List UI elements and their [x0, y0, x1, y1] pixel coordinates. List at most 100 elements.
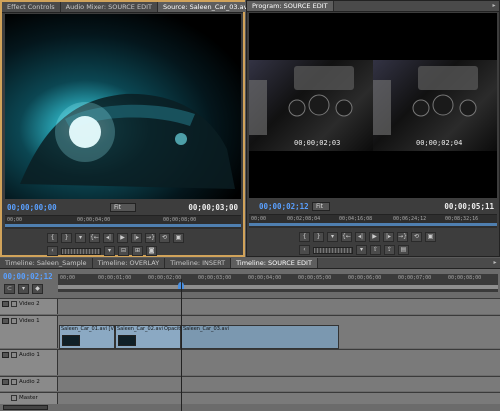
clip-saleen-car-01[interactable]: Saleen_Car_01.avi [V] [59, 325, 116, 349]
program-tabbar: Program: SOURCE EDIT ▸ [247, 1, 499, 12]
safe-margins-icon[interactable]: ▣ [173, 233, 184, 243]
marker-icon[interactable]: ▾ [327, 232, 338, 242]
goto-out-icon[interactable]: →} [145, 233, 156, 243]
overlay-icon[interactable]: ⊞ [132, 246, 143, 256]
source-ruler-label: 00;00;08;00 [163, 217, 197, 223]
clip-saleen-car-03[interactable]: Saleen_Car_03.avi [181, 325, 339, 349]
track-name: Video 1 [19, 318, 40, 324]
panel-menu-icon[interactable]: ▸ [490, 258, 500, 268]
eye-icon[interactable] [2, 318, 9, 324]
tab-program[interactable]: Program: SOURCE EDIT [247, 1, 334, 11]
program-left-image [249, 60, 373, 151]
marker-icon[interactable]: ▾ [75, 233, 86, 243]
timeline-zoom-slider[interactable] [3, 405, 48, 410]
trim-icon[interactable]: ▤ [398, 245, 409, 255]
keyframe-icon[interactable]: ◆ [32, 284, 43, 294]
program-monitor-panel: Program: SOURCE EDIT ▸ 00;00;02;03 00;00… [246, 0, 500, 257]
lock-icon[interactable] [11, 352, 17, 358]
step-forward-icon[interactable]: |▸ [383, 232, 394, 242]
set-out-icon[interactable]: } [61, 233, 72, 243]
source-zoom-bar[interactable] [5, 224, 241, 227]
clip-saleen-car-02[interactable]: Saleen_Car_02.avi Opacity [115, 325, 183, 349]
source-video-frame [5, 14, 241, 199]
tab-timeline-source-edit[interactable]: Timeline: SOURCE EDIT [231, 258, 318, 268]
jog-wheel[interactable] [313, 246, 353, 254]
program-zoom-bar[interactable] [249, 223, 497, 226]
track-name: Video 2 [19, 301, 40, 307]
step-forward-icon[interactable]: |▸ [131, 233, 142, 243]
track-header: Video 2 [0, 299, 58, 314]
track-audio-2: Audio 2 [0, 376, 500, 391]
program-time-ruler[interactable]: 00;00 00;02;08;04 00;04;16;08 00;06;24;1… [249, 214, 497, 228]
output-icon[interactable]: ▾ [104, 246, 115, 256]
source-current-timecode[interactable]: 00;00;00;00 [7, 203, 57, 212]
timeline-playhead-line[interactable] [181, 279, 182, 411]
step-back-icon[interactable]: ◂| [103, 233, 114, 243]
tab-timeline-saleen-sample[interactable]: Timeline: Saleen_Sample [0, 258, 93, 268]
clip-label: Saleen_Car_01.avi [V] [61, 326, 116, 332]
clip-thumbnail [62, 335, 80, 346]
track-lane[interactable] [58, 299, 500, 314]
panel-menu-icon[interactable]: ▸ [489, 1, 499, 11]
track-lane[interactable] [58, 350, 500, 375]
program-current-timecode[interactable]: 00;00;02;12 [259, 202, 309, 211]
output-icon[interactable]: ▾ [356, 245, 367, 255]
extract-icon[interactable]: ⇪ [384, 245, 395, 255]
tab-timeline-overlay[interactable]: Timeline: OVERLAY [93, 258, 166, 268]
tab-audio-mixer[interactable]: Audio Mixer: SOURCE EDIT [61, 2, 158, 12]
track-lane[interactable] [58, 377, 500, 391]
source-fit-select[interactable]: Fit [110, 203, 136, 212]
tab-effect-controls[interactable]: Effect Controls [2, 2, 61, 12]
goto-in-icon[interactable]: {← [341, 232, 352, 242]
speaker-icon[interactable] [2, 379, 9, 385]
safe-margins-icon[interactable]: ▣ [425, 232, 436, 242]
timeline-ruler-label: 00;00 [60, 275, 76, 281]
lock-icon[interactable] [11, 318, 17, 324]
eye-icon[interactable] [2, 301, 9, 307]
source-time-ruler[interactable]: 00;00 00;00;04;00 00;00;08;00 [5, 215, 241, 229]
insert-icon[interactable]: ⊟ [118, 246, 129, 256]
track-lane[interactable]: Saleen_Car_01.avi [V] Saleen_Car_02.avi … [58, 316, 500, 349]
source-ruler-label: 00;00 [7, 217, 23, 223]
timeline-ruler-label: 00;00;05;00 [298, 275, 332, 281]
play-icon[interactable]: ▶ [117, 233, 128, 243]
snap-icon[interactable]: ⊂ [4, 284, 15, 294]
set-in-icon[interactable]: { [299, 232, 310, 242]
track-header: Audio 2 [0, 377, 58, 391]
program-ruler-label: 00;04;16;08 [339, 216, 373, 222]
work-area-bar[interactable] [58, 285, 498, 289]
program-ruler-label: 00;08;32;16 [445, 216, 479, 222]
source-tabbar: Effect Controls Audio Mixer: SOURCE EDIT… [2, 2, 258, 13]
jog-wheel[interactable] [61, 247, 101, 255]
source-transport-row-2: ‹ ▾ ⊟ ⊞ ◙ [47, 245, 157, 257]
program-duration-timecode: 00;00;05;11 [444, 202, 494, 211]
track-lane[interactable] [58, 393, 500, 404]
timeline-ruler-label: 00;00;03;00 [198, 275, 232, 281]
timeline-time-ruler[interactable]: 00;00 00;00;01;00 00;00;02;00 00;00;03;0… [58, 274, 498, 292]
shuttle-left-icon[interactable]: ‹ [299, 245, 310, 255]
program-video-frame: 00;00;02;03 00;00;02;04 [249, 13, 497, 198]
timeline-current-timecode[interactable]: 00;00;02;12 [3, 272, 53, 281]
track-name: Audio 1 [19, 352, 40, 358]
play-icon[interactable]: ▶ [369, 232, 380, 242]
timeline-ruler-label: 00;00;04;00 [248, 275, 282, 281]
goto-in-icon[interactable]: {← [89, 233, 100, 243]
lift-icon[interactable]: ⇧ [370, 245, 381, 255]
tab-source[interactable]: Source: Saleen_Car_03.avi [157, 2, 256, 12]
step-back-icon[interactable]: ◂| [355, 232, 366, 242]
lock-icon[interactable] [11, 301, 17, 307]
shuttle-left-icon[interactable]: ‹ [47, 246, 58, 256]
program-fit-select[interactable]: Fit [312, 202, 330, 211]
loop-icon[interactable]: ⟲ [411, 232, 422, 242]
set-in-icon[interactable]: { [47, 233, 58, 243]
loop-icon[interactable]: ⟲ [159, 233, 170, 243]
set-marker-icon[interactable]: ▾ [18, 284, 29, 294]
tab-timeline-insert[interactable]: Timeline: INSERT [165, 258, 232, 268]
program-transport-row-2: ‹ ▾ ⇧ ⇪ ▤ [299, 244, 409, 256]
lock-icon[interactable] [11, 379, 17, 385]
toggle-av-icon[interactable]: ◙ [146, 246, 157, 256]
goto-out-icon[interactable]: →} [397, 232, 408, 242]
set-out-icon[interactable]: } [313, 232, 324, 242]
speaker-icon[interactable] [2, 352, 9, 358]
lock-icon[interactable] [11, 395, 17, 401]
